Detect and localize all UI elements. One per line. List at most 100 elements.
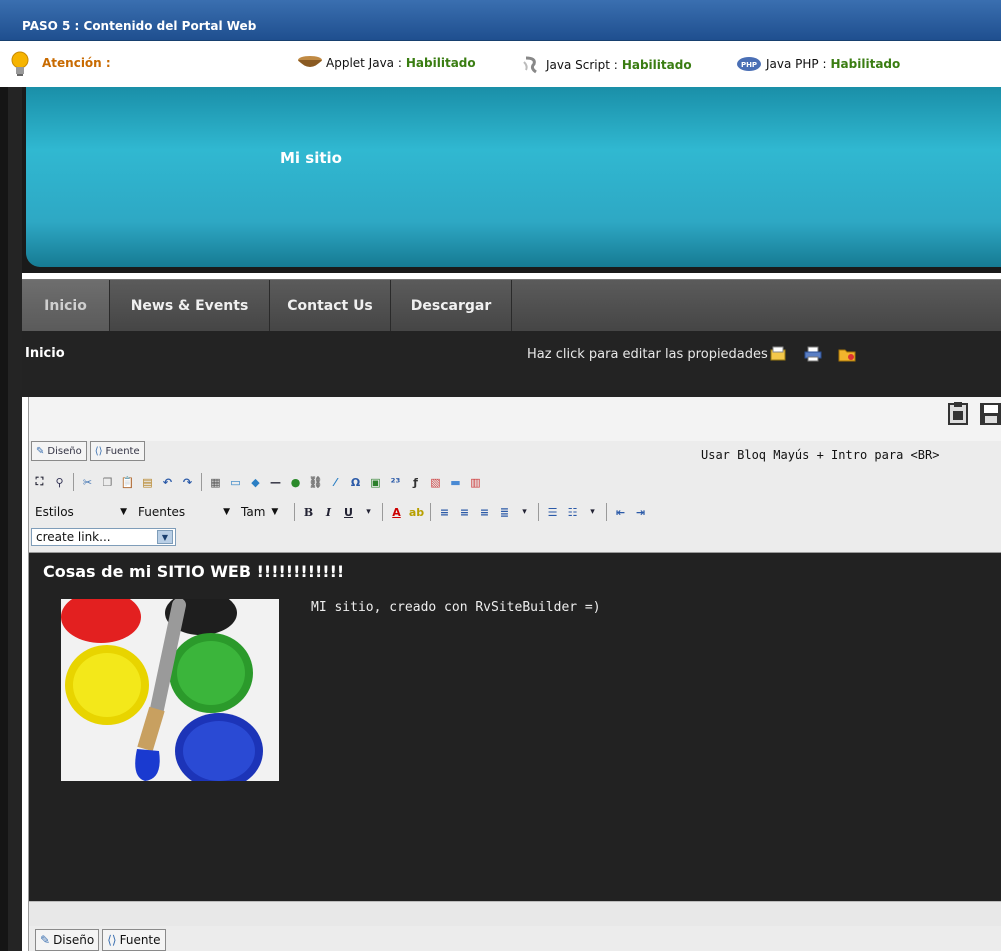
size-select[interactable]: Tam ▼ [237, 503, 289, 521]
italic-icon[interactable]: I [320, 504, 337, 521]
fonts-select-value: Fuentes [138, 505, 186, 519]
highlight-color-icon[interactable]: ab [408, 504, 425, 521]
bottom-tab-source[interactable]: ⟨⟩ Fuente [102, 929, 166, 951]
window-titlebar: PASO 5 : Contenido del Portal Web [0, 0, 1001, 41]
applet-java-value: Habilitado [405, 56, 476, 70]
lightbulb-icon [11, 51, 29, 76]
bold-icon[interactable]: B [300, 504, 317, 521]
design-icon: ✎ [36, 445, 45, 457]
tab-source[interactable]: ⟨⟩ Fuente [89, 441, 145, 461]
create-link-select[interactable]: create link... ▼ [31, 528, 176, 546]
sitemap-icon[interactable]: ▧ [427, 474, 444, 491]
outdent-icon[interactable]: ⇤ [612, 504, 629, 521]
site-nav: Inicio News & Events Contact Us Descarga… [22, 279, 1001, 332]
indent-icon[interactable]: ⇥ [632, 504, 649, 521]
form-icon[interactable]: ƒ [407, 474, 424, 491]
paste-text-icon[interactable]: ▤ [139, 474, 156, 491]
size-dropdown-icon: ▼ [271, 507, 279, 517]
javascript-label: Java Script : [546, 58, 618, 72]
applet-java-status: Applet Java : Habilitado [294, 56, 476, 70]
javascript-value: Habilitado [621, 58, 692, 72]
nav-tab-inicio[interactable]: Inicio [22, 280, 110, 332]
paint-pots-picture [61, 599, 279, 781]
nav-tab-contact-us[interactable]: Contact Us [270, 280, 391, 332]
paste-icon[interactable]: 📋 [119, 474, 136, 491]
unlink-icon[interactable]: ⛓ [307, 474, 324, 491]
flash-icon[interactable]: ⁄ [327, 474, 344, 491]
applet-java-label: Applet Java : [326, 56, 402, 70]
page-header: Inicio Haz click para editar las propied… [22, 331, 1001, 397]
php-label: Java PHP : [766, 57, 827, 71]
editor-bottom-tabs: ✎ Diseño ⟨⟩ Fuente [35, 929, 166, 951]
styles-select[interactable]: Estilos ▼ [31, 503, 131, 521]
editor-mode-tabs: ✎ Diseño ⟨⟩ Fuente [31, 441, 145, 461]
underline-icon[interactable]: U [340, 504, 357, 521]
site-banner: Mi sitio [22, 87, 1001, 273]
numbering-icon[interactable]: ²³ [387, 474, 404, 491]
align-center-icon[interactable]: ≡ [456, 504, 473, 521]
html-editor: ✎ Diseño ⟨⟩ Fuente Usar Bloq Mayús + Int… [28, 397, 1001, 951]
image-icon[interactable]: ▭ [227, 474, 244, 491]
nav-tab-descargar[interactable]: Descargar [391, 280, 512, 332]
coffee-cup-icon [298, 56, 322, 67]
fullscreen-icon[interactable]: ⛶ [31, 474, 48, 491]
copy-icon[interactable]: ❐ [99, 474, 116, 491]
clipboard-save-icon[interactable] [946, 401, 972, 427]
print-icon[interactable] [804, 346, 822, 362]
text-style-dropdown-icon[interactable]: ▾ [360, 504, 377, 521]
styles-select-value: Estilos [35, 505, 74, 519]
cut-icon[interactable]: ✂ [79, 474, 96, 491]
nav-tab-news-events[interactable]: News & Events [110, 280, 270, 332]
bottom-tab-source-label: Fuente [119, 933, 161, 947]
fonts-select[interactable]: Fuentes ▼ [134, 503, 234, 521]
calendar-icon[interactable]: ▥ [467, 474, 484, 491]
toolbar-row-1: ⛶ ⚲ ✂ ❐ 📋 ▤ ↶ ↷ ▦ ▭ ◆ — ● ⛓ ⁄ Ω ▣ ²³ ƒ ▧… [31, 470, 484, 494]
edit-properties-icon[interactable] [770, 346, 788, 362]
special-char-icon[interactable]: Ω [347, 474, 364, 491]
banner-gradient: Mi sitio [26, 87, 1001, 267]
undo-icon[interactable]: ↶ [159, 474, 176, 491]
attention-bar: Atención : Applet Java : Habilitado Java… [0, 41, 1001, 87]
fonts-dropdown-icon: ▼ [223, 507, 230, 517]
toolbar-row-2: Estilos ▼ Fuentes ▼ Tam ▼ B I U ▾ A ab ≡… [31, 500, 649, 524]
bottom-source-icon: ⟨⟩ [107, 933, 117, 947]
styles-dropdown-icon: ▼ [120, 507, 127, 517]
unordered-list-icon[interactable]: ☷ [564, 504, 581, 521]
folder-icon[interactable] [838, 346, 856, 362]
svg-text:PHP: PHP [741, 61, 757, 69]
bottom-tab-design-label: Diseño [53, 933, 95, 947]
editor-top-row [29, 397, 1001, 441]
php-status: PHP Java PHP : Habilitado [736, 56, 900, 72]
editor-content-area[interactable]: Cosas de mi SITIO WEB !!!!!!!!!!!! MI si… [29, 552, 1001, 901]
edit-properties-hint[interactable]: Haz click para editar las propiedades [527, 347, 768, 362]
redo-icon[interactable]: ↷ [179, 474, 196, 491]
template-icon[interactable]: ▣ [367, 474, 384, 491]
site-title[interactable]: Mi sitio [280, 149, 342, 167]
tab-design[interactable]: ✎ Diseño [31, 441, 87, 461]
bottom-design-icon: ✎ [40, 933, 51, 947]
content-text[interactable]: MI sitio, creado con RvSiteBuilder =) [311, 600, 601, 615]
align-dropdown-icon[interactable]: ▾ [516, 504, 533, 521]
anchor-icon[interactable]: ◆ [247, 474, 264, 491]
font-color-icon[interactable]: A [388, 504, 405, 521]
align-right-icon[interactable]: ≡ [476, 504, 493, 521]
align-left-icon[interactable]: ≡ [436, 504, 453, 521]
save-disk-icon[interactable] [978, 401, 1001, 427]
content-title[interactable]: Cosas de mi SITIO WEB !!!!!!!!!!!! [43, 562, 344, 581]
link-icon[interactable]: ● [287, 474, 304, 491]
table-icon[interactable]: ▦ [207, 474, 224, 491]
size-select-value: Tam [241, 505, 266, 519]
page-title: Inicio [25, 346, 65, 361]
horizontal-rule-icon[interactable]: — [267, 474, 284, 491]
preview-icon[interactable]: ▬ [447, 474, 464, 491]
bottom-tab-design[interactable]: ✎ Diseño [35, 929, 100, 951]
justify-icon[interactable]: ≣ [496, 504, 513, 521]
shortcut-hint: Usar Bloq Mayús + Intro para <BR> [701, 448, 940, 462]
list-dropdown-icon[interactable]: ▾ [584, 504, 601, 521]
paint-pots-image[interactable] [61, 599, 279, 781]
left-frame-inner [8, 87, 22, 951]
create-link-dropdown-icon: ▼ [157, 530, 173, 544]
find-icon[interactable]: ⚲ [51, 474, 68, 491]
ordered-list-icon[interactable]: ☰ [544, 504, 561, 521]
page-properties: Haz click para editar las propiedades [527, 346, 856, 362]
